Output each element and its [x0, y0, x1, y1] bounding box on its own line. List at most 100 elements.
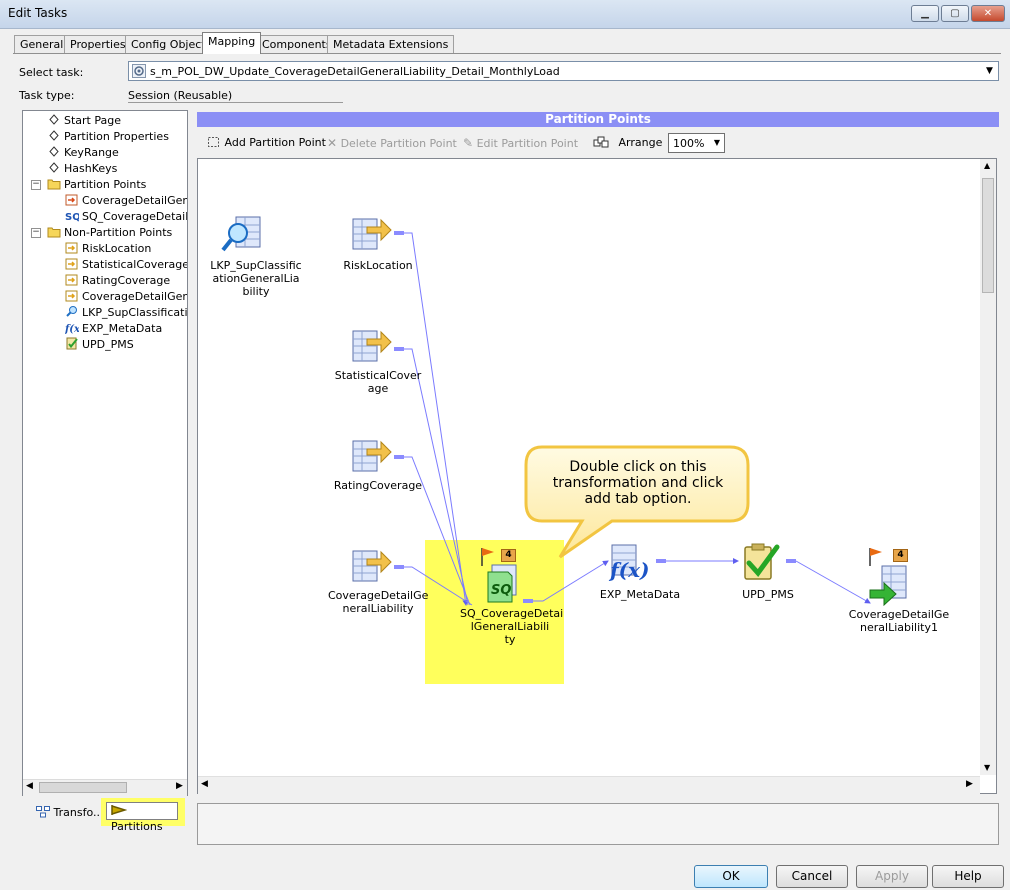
scroll-left-icon[interactable]: ◀ — [201, 779, 208, 789]
tree-item-statisticalcoverage[interactable]: StatisticalCoverage — [65, 257, 187, 273]
tab-partitions[interactable]: Partitions — [106, 802, 178, 833]
node-label-line: LKP_SupClassific — [210, 259, 302, 272]
tab-metadata-extensions[interactable]: Metadata Extensions — [327, 35, 455, 53]
source-icon — [65, 241, 79, 254]
lookup-icon[interactable] — [220, 215, 266, 255]
target-icon[interactable] — [868, 564, 912, 606]
arrange-icon — [593, 136, 609, 148]
node-label-coverage-source: CoverageDetailGe neralLiability — [328, 589, 428, 615]
diamond-icon — [47, 129, 61, 142]
update-icon — [65, 337, 79, 350]
close-button[interactable]: ✕ — [971, 5, 1005, 22]
canvas-vertical-scroll-thumb[interactable] — [982, 178, 994, 293]
tree-item-ratingcoverage[interactable]: RatingCoverage — [65, 273, 170, 289]
canvas-horizontal-scrollbar[interactable]: ◀ ▶ — [198, 776, 980, 794]
scroll-right-icon[interactable]: ▶ — [176, 781, 183, 791]
delete-icon: ✕ — [327, 136, 338, 150]
arrange-button[interactable]: Arrange — [593, 133, 662, 153]
node-label-line: RatingCoverage — [333, 479, 423, 492]
node-label-line: ty — [504, 633, 516, 646]
node-label-risklocation: RiskLocation — [328, 259, 428, 272]
mapping-canvas[interactable]: LKP_SupClassific ationGeneralLia bility … — [197, 158, 997, 794]
tree-item-hashkeys[interactable]: HashKeys — [47, 161, 117, 177]
sq-partition-count-badge: 4 — [501, 549, 516, 562]
tree-item-upd-pms[interactable]: UPD_PMS — [65, 337, 134, 353]
chevron-down-icon[interactable]: ▼ — [981, 62, 998, 80]
tab-transformations-label: Transfo... — [53, 806, 104, 819]
tab-general[interactable]: General — [14, 35, 70, 53]
minimize-button[interactable]: ▁ — [911, 5, 939, 22]
tree-item-label: KeyRange — [64, 146, 119, 159]
scroll-up-icon[interactable]: ▲ — [984, 161, 990, 170]
diamond-icon — [47, 161, 61, 174]
node-label-ratingcoverage: RatingCoverage — [328, 479, 428, 492]
node-label-line: neralLiability — [342, 602, 414, 615]
tree-item-coverage-target[interactable]: CoverageDetailGener — [65, 193, 187, 209]
title-bar: Edit Tasks — [0, 0, 1010, 29]
collapse-non-partition-points-icon[interactable]: − — [31, 228, 41, 238]
tree-item-keyrange[interactable]: KeyRange — [47, 145, 119, 161]
folder-icon — [47, 177, 61, 190]
tree-item-label: CoverageDetailGener — [82, 194, 187, 207]
source-qualifier-icon[interactable] — [351, 435, 393, 475]
source-qualifier-icon[interactable] — [351, 325, 393, 365]
source-qualifier-icon[interactable] — [351, 545, 393, 585]
source-qualifier-icon[interactable] — [351, 213, 393, 253]
tree-scroll-thumb[interactable] — [39, 782, 127, 793]
tree-item-partition-points[interactable]: Partition Points — [47, 177, 146, 193]
node-label-line: neralLiability1 — [860, 621, 938, 634]
tree-item-partition-properties[interactable]: Partition Properties — [47, 129, 169, 145]
tree-item-lkp[interactable]: LKP_SupClassification — [65, 305, 187, 321]
tree-item-non-partition-points[interactable]: Non-Partition Points — [47, 225, 172, 241]
tab-components[interactable]: Components — [256, 35, 338, 53]
sq-icon[interactable]: SQ — [486, 564, 520, 604]
arrange-label: Arrange — [618, 136, 663, 149]
tree-horizontal-scrollbar[interactable]: ◀ ▶ — [23, 779, 187, 796]
node-label-sq: SQ_CoverageDetai lGeneralLiabili ty — [460, 607, 563, 646]
partitions-icon — [111, 805, 128, 815]
partition-tree[interactable]: − − Start Page Partition Properties KeyR… — [22, 110, 188, 796]
callout-line: add tab option. — [584, 491, 692, 507]
sq-icon: SQ — [65, 209, 81, 223]
task-type-underline — [128, 102, 343, 103]
diamond-icon — [47, 145, 61, 158]
callout-text: Double click on this transformation and … — [533, 459, 743, 507]
tree-item-sq-coverage[interactable]: SQSQ_CoverageDetailGe — [65, 209, 188, 225]
delete-partition-point-button[interactable]: ✕ Delete Partition Point — [327, 133, 457, 153]
tree-item-label: Partition Points — [64, 178, 147, 191]
tab-mapping[interactable]: Mapping — [202, 32, 262, 54]
zoom-value: 100% — [673, 137, 705, 150]
select-task-dropdown[interactable]: s_m_POL_DW_Update_CoverageDetailGeneralL… — [128, 61, 999, 81]
node-label-line: CoverageDetailGe — [848, 608, 950, 621]
tree-item-coverage-source[interactable]: CoverageDetailGener — [65, 289, 187, 305]
tab-transformations[interactable]: Transfo... — [36, 805, 103, 821]
scroll-down-icon[interactable]: ▼ — [984, 763, 990, 772]
add-partition-point-button[interactable]: Add Partition Point — [207, 133, 326, 153]
partition-points-header: Partition Points — [197, 112, 999, 127]
tab-config-object[interactable]: Config Object — [125, 35, 212, 53]
maximize-button[interactable]: ▢ — [941, 5, 969, 22]
add-partition-point-label: Add Partition Point — [224, 136, 326, 149]
source-icon — [65, 257, 79, 270]
node-label-line: StatisticalCover — [334, 369, 422, 382]
task-type-label: Task type: — [19, 89, 75, 102]
help-button[interactable]: Help — [932, 865, 1004, 888]
node-label-line: RiskLocation — [343, 259, 413, 272]
apply-button[interactable]: Apply — [856, 865, 928, 888]
chevron-down-icon[interactable]: ▼ — [710, 134, 724, 152]
tree-item-label: SQ_CoverageDetailGe — [82, 210, 188, 223]
cancel-button[interactable]: Cancel — [776, 865, 848, 888]
scroll-left-icon[interactable]: ◀ — [26, 781, 33, 791]
zoom-select[interactable]: 100% ▼ — [668, 133, 725, 153]
tree-item-start-page[interactable]: Start Page — [47, 113, 121, 129]
collapse-partition-points-icon[interactable]: − — [31, 180, 41, 190]
tree-item-exp-metadata[interactable]: f(x)EXP_MetaData — [64, 321, 162, 337]
tree-item-risklocation[interactable]: RiskLocation — [65, 241, 151, 257]
ok-button[interactable]: OK — [694, 865, 768, 888]
tab-properties[interactable]: Properties — [64, 35, 132, 53]
add-point-icon — [208, 137, 219, 147]
tab-partitions-label: Partitions — [111, 820, 163, 833]
tree-item-label: UPD_PMS — [82, 338, 134, 351]
scroll-right-icon[interactable]: ▶ — [966, 779, 973, 789]
edit-partition-point-button[interactable]: ✎ Edit Partition Point — [463, 133, 578, 153]
